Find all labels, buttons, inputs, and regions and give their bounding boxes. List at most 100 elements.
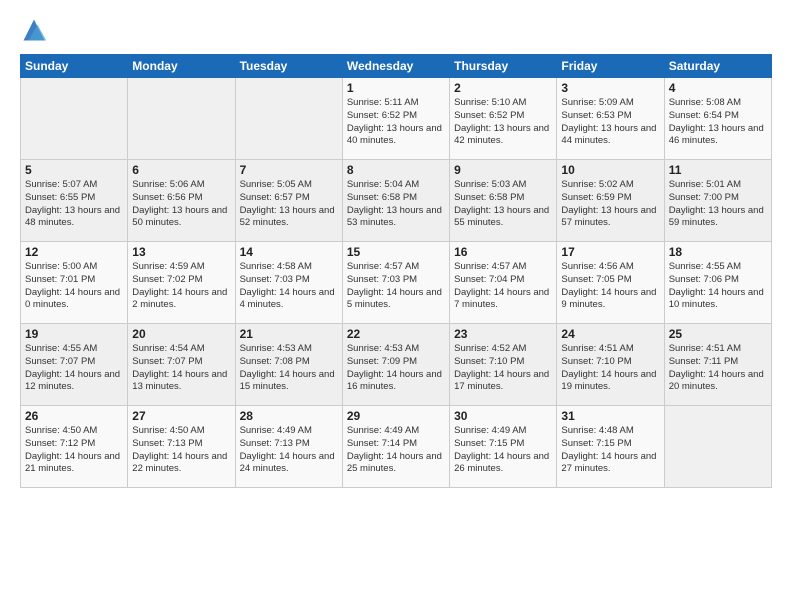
day-cell: 23 Sunrise: 4:52 AMSunset: 7:10 PMDayligh…	[450, 324, 557, 406]
day-info: Sunrise: 4:55 AMSunset: 7:07 PMDaylight:…	[25, 343, 123, 394]
day-info: Sunrise: 4:57 AMSunset: 7:04 PMDaylight:…	[454, 261, 552, 312]
calendar: SundayMondayTuesdayWednesdayThursdayFrid…	[20, 54, 772, 488]
day-number: 25	[669, 327, 767, 341]
day-number: 26	[25, 409, 123, 423]
day-number: 9	[454, 163, 552, 177]
day-cell: 22Sunrise: 4:53 AMSunset: 7:09 PMDayligh…	[342, 324, 449, 406]
week-row-2: 5 Sunrise: 5:07 AMSunset: 6:55 PMDaylight…	[21, 160, 772, 242]
day-number: 17	[561, 245, 659, 259]
day-cell: 8 Sunrise: 5:04 AMSunset: 6:58 PMDaylight…	[342, 160, 449, 242]
day-number: 14	[240, 245, 338, 259]
day-cell: 19 Sunrise: 4:55 AMSunset: 7:07 PMDayligh…	[21, 324, 128, 406]
weekday-header-wednesday: Wednesday	[342, 55, 449, 78]
day-cell: 15 Sunrise: 4:57 AMSunset: 7:03 PMDayligh…	[342, 242, 449, 324]
day-info: Sunrise: 4:51 AMSunset: 7:11 PMDaylight:…	[669, 343, 767, 394]
day-info: Sunrise: 4:58 AMSunset: 7:03 PMDaylight:…	[240, 261, 338, 312]
logo-icon	[20, 16, 48, 44]
day-cell: 17Sunrise: 4:56 AMSunset: 7:05 PMDayligh…	[557, 242, 664, 324]
day-number: 3	[561, 81, 659, 95]
day-cell: 28 Sunrise: 4:49 AMSunset: 7:13 PMDayligh…	[235, 406, 342, 488]
day-number: 29	[347, 409, 445, 423]
day-info: Sunrise: 5:04 AMSunset: 6:58 PMDaylight:…	[347, 179, 445, 230]
day-number: 24	[561, 327, 659, 341]
day-cell: 4 Sunrise: 5:08 AMSunset: 6:54 PMDaylight…	[664, 78, 771, 160]
day-info: Sunrise: 5:00 AMSunset: 7:01 PMDaylight:…	[25, 261, 123, 312]
day-cell	[21, 78, 128, 160]
day-cell: 12 Sunrise: 5:00 AMSunset: 7:01 PMDayligh…	[21, 242, 128, 324]
day-number: 19	[25, 327, 123, 341]
day-number: 10	[561, 163, 659, 177]
day-info: Sunrise: 4:50 AMSunset: 7:12 PMDaylight:…	[25, 425, 123, 476]
day-number: 12	[25, 245, 123, 259]
day-number: 31	[561, 409, 659, 423]
day-cell	[664, 406, 771, 488]
day-info: Sunrise: 4:53 AMSunset: 7:08 PMDaylight:…	[240, 343, 338, 394]
week-row-5: 26 Sunrise: 4:50 AMSunset: 7:12 PMDayligh…	[21, 406, 772, 488]
day-cell: 6 Sunrise: 5:06 AMSunset: 6:56 PMDaylight…	[128, 160, 235, 242]
day-number: 15	[347, 245, 445, 259]
day-info: Sunrise: 4:59 AMSunset: 7:02 PMDaylight:…	[132, 261, 230, 312]
day-info: Sunrise: 5:09 AMSunset: 6:53 PMDaylight:…	[561, 97, 659, 148]
weekday-header-row: SundayMondayTuesdayWednesdayThursdayFrid…	[21, 55, 772, 78]
day-info: Sunrise: 4:48 AMSunset: 7:15 PMDaylight:…	[561, 425, 659, 476]
day-info: Sunrise: 5:03 AMSunset: 6:58 PMDaylight:…	[454, 179, 552, 230]
day-cell: 21 Sunrise: 4:53 AMSunset: 7:08 PMDayligh…	[235, 324, 342, 406]
day-number: 30	[454, 409, 552, 423]
day-number: 23	[454, 327, 552, 341]
day-number: 20	[132, 327, 230, 341]
day-info: Sunrise: 5:10 AMSunset: 6:52 PMDaylight:…	[454, 97, 552, 148]
weekday-header-friday: Friday	[557, 55, 664, 78]
page-header	[20, 16, 772, 44]
day-info: Sunrise: 4:55 AMSunset: 7:06 PMDaylight:…	[669, 261, 767, 312]
day-info: Sunrise: 5:08 AMSunset: 6:54 PMDaylight:…	[669, 97, 767, 148]
day-cell: 30 Sunrise: 4:49 AMSunset: 7:15 PMDayligh…	[450, 406, 557, 488]
day-number: 28	[240, 409, 338, 423]
day-cell: 20Sunrise: 4:54 AMSunset: 7:07 PMDayligh…	[128, 324, 235, 406]
day-info: Sunrise: 4:49 AMSunset: 7:13 PMDaylight:…	[240, 425, 338, 476]
day-info: Sunrise: 4:53 AMSunset: 7:09 PMDaylight:…	[347, 343, 445, 394]
day-number: 11	[669, 163, 767, 177]
weekday-header-sunday: Sunday	[21, 55, 128, 78]
day-cell: 16 Sunrise: 4:57 AMSunset: 7:04 PMDayligh…	[450, 242, 557, 324]
day-info: Sunrise: 4:57 AMSunset: 7:03 PMDaylight:…	[347, 261, 445, 312]
day-number: 21	[240, 327, 338, 341]
day-info: Sunrise: 4:49 AMSunset: 7:14 PMDaylight:…	[347, 425, 445, 476]
day-number: 18	[669, 245, 767, 259]
day-number: 7	[240, 163, 338, 177]
day-info: Sunrise: 5:01 AMSunset: 7:00 PMDaylight:…	[669, 179, 767, 230]
day-info: Sunrise: 4:51 AMSunset: 7:10 PMDaylight:…	[561, 343, 659, 394]
day-number: 16	[454, 245, 552, 259]
day-cell: 18 Sunrise: 4:55 AMSunset: 7:06 PMDayligh…	[664, 242, 771, 324]
day-info: Sunrise: 4:50 AMSunset: 7:13 PMDaylight:…	[132, 425, 230, 476]
day-number: 4	[669, 81, 767, 95]
day-cell: 10 Sunrise: 5:02 AMSunset: 6:59 PMDayligh…	[557, 160, 664, 242]
day-number: 5	[25, 163, 123, 177]
day-info: Sunrise: 5:05 AMSunset: 6:57 PMDaylight:…	[240, 179, 338, 230]
day-cell	[235, 78, 342, 160]
day-cell: 14 Sunrise: 4:58 AMSunset: 7:03 PMDayligh…	[235, 242, 342, 324]
day-cell: 1 Sunrise: 5:11 AMSunset: 6:52 PMDaylight…	[342, 78, 449, 160]
week-row-3: 12 Sunrise: 5:00 AMSunset: 7:01 PMDayligh…	[21, 242, 772, 324]
weekday-header-thursday: Thursday	[450, 55, 557, 78]
day-cell: 9 Sunrise: 5:03 AMSunset: 6:58 PMDaylight…	[450, 160, 557, 242]
day-info: Sunrise: 4:52 AMSunset: 7:10 PMDaylight:…	[454, 343, 552, 394]
day-cell: 26 Sunrise: 4:50 AMSunset: 7:12 PMDayligh…	[21, 406, 128, 488]
day-info: Sunrise: 4:49 AMSunset: 7:15 PMDaylight:…	[454, 425, 552, 476]
day-number: 2	[454, 81, 552, 95]
day-number: 6	[132, 163, 230, 177]
day-info: Sunrise: 5:11 AMSunset: 6:52 PMDaylight:…	[347, 97, 445, 148]
day-cell: 31 Sunrise: 4:48 AMSunset: 7:15 PMDayligh…	[557, 406, 664, 488]
day-info: Sunrise: 5:07 AMSunset: 6:55 PMDaylight:…	[25, 179, 123, 230]
day-cell: 29 Sunrise: 4:49 AMSunset: 7:14 PMDayligh…	[342, 406, 449, 488]
day-number: 1	[347, 81, 445, 95]
day-cell: 11 Sunrise: 5:01 AMSunset: 7:00 PMDayligh…	[664, 160, 771, 242]
day-number: 8	[347, 163, 445, 177]
day-info: Sunrise: 5:06 AMSunset: 6:56 PMDaylight:…	[132, 179, 230, 230]
week-row-1: 1 Sunrise: 5:11 AMSunset: 6:52 PMDaylight…	[21, 78, 772, 160]
weekday-header-monday: Monday	[128, 55, 235, 78]
day-cell: 25 Sunrise: 4:51 AMSunset: 7:11 PMDayligh…	[664, 324, 771, 406]
day-number: 27	[132, 409, 230, 423]
day-info: Sunrise: 5:02 AMSunset: 6:59 PMDaylight:…	[561, 179, 659, 230]
weekday-header-saturday: Saturday	[664, 55, 771, 78]
day-cell: 24 Sunrise: 4:51 AMSunset: 7:10 PMDayligh…	[557, 324, 664, 406]
